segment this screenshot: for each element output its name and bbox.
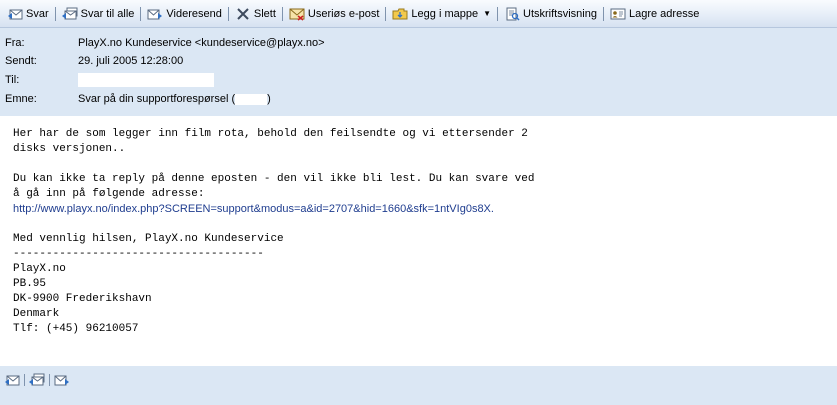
forward-icon[interactable] <box>54 373 70 387</box>
print-preview-icon <box>504 7 520 21</box>
to-value-redacted <box>78 71 214 89</box>
reply-button[interactable]: Svar <box>4 4 52 24</box>
folder-icon <box>392 7 408 21</box>
signature: Med vennlig hilsen, PlayX.no Kundeservic… <box>13 233 284 335</box>
print-preview-button[interactable]: Utskriftsvisning <box>501 4 600 24</box>
spam-envelope-icon <box>289 7 305 21</box>
spam-label: Useriøs e-post <box>307 7 380 20</box>
delete-label: Slett <box>253 7 276 20</box>
delete-icon <box>235 7 251 21</box>
move-to-folder-button[interactable]: Legg i mappe ▼ <box>389 4 494 24</box>
footer-divider <box>24 374 25 386</box>
forward-icon <box>147 7 163 21</box>
save-address-label: Lagre adresse <box>628 7 700 20</box>
reply-all-label: Svar til alle <box>80 7 135 20</box>
body-paragraph: Du kan ikke ta reply på denne eposten - … <box>13 173 535 200</box>
message-header: Fra: PlayX.no Kundeservice <kundeservice… <box>0 28 837 116</box>
toolbar-divider <box>497 6 499 21</box>
to-label: Til: <box>5 74 20 86</box>
sent-value: 29. juli 2005 12:28:00 <box>78 55 184 67</box>
reply-all-icon[interactable] <box>29 373 45 387</box>
support-link[interactable]: http://www.playx.no/index.php?SCREEN=sup… <box>13 203 494 215</box>
message-body-text: Her har de som legger inn film rota, beh… <box>13 127 535 337</box>
sent-row: Sendt: 29. juli 2005 12:28:00 <box>0 52 837 70</box>
address-card-icon <box>610 7 626 21</box>
from-row: Fra: PlayX.no Kundeservice <kundeservice… <box>0 34 837 52</box>
save-address-button[interactable]: Lagre adresse <box>607 4 702 24</box>
toolbar-divider <box>281 6 283 21</box>
reply-all-icon <box>61 7 78 21</box>
subject-suffix: ) <box>267 93 271 105</box>
message-body: Her har de som legger inn film rota, beh… <box>0 116 837 366</box>
reply-all-button[interactable]: Svar til alle <box>59 4 138 24</box>
message-footer <box>0 366 837 405</box>
spam-button[interactable]: Useriøs e-post <box>286 4 383 24</box>
message-toolbar: Svar Svar til alle Videresend Slett User… <box>0 0 837 28</box>
subject-text: Svar på din supportforespørsel ( <box>78 93 236 105</box>
reply-label: Svar <box>26 7 49 20</box>
toolbar-divider <box>385 6 387 21</box>
from-value[interactable]: PlayX.no Kundeservice <kundeservice@play… <box>78 34 325 52</box>
body-paragraph: Her har de som legger inn film rota, beh… <box>13 128 528 155</box>
forward-button[interactable]: Videresend <box>144 4 224 24</box>
toolbar-divider <box>140 6 142 21</box>
forward-label: Videresend <box>166 7 222 20</box>
chevron-down-icon[interactable]: ▼ <box>483 9 491 18</box>
move-to-folder-label: Legg i mappe <box>411 7 479 20</box>
subject-row: Emne: Svar på din supportforespørsel () <box>0 90 837 108</box>
toolbar-divider <box>602 6 604 21</box>
reply-icon <box>7 7 23 21</box>
footer-divider <box>49 374 50 386</box>
to-row: Til: <box>0 71 837 89</box>
from-label: Fra: <box>5 37 25 49</box>
print-preview-label: Utskriftsvisning <box>523 7 597 20</box>
subject-value: Svar på din supportforespørsel () <box>78 90 271 108</box>
toolbar-divider <box>227 6 229 21</box>
subject-redaction <box>235 93 268 105</box>
delete-button[interactable]: Slett <box>232 4 279 24</box>
toolbar-divider <box>54 6 56 21</box>
subject-label: Emne: <box>5 93 37 105</box>
sent-label: Sendt: <box>5 55 37 67</box>
reply-icon[interactable] <box>4 373 20 387</box>
